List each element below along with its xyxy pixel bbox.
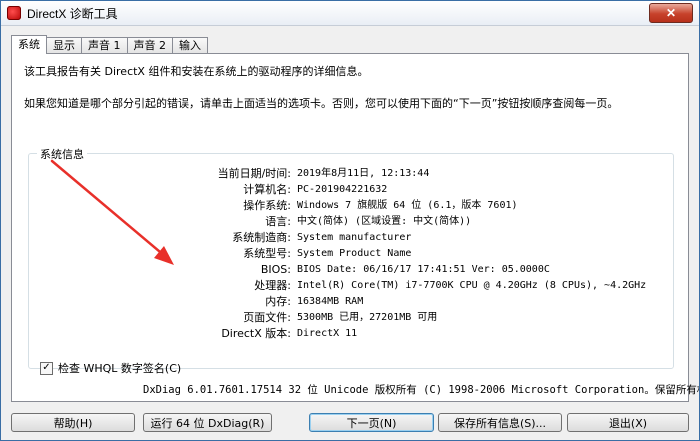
tab-sound-2[interactable]: 声音 2	[126, 37, 173, 54]
info-row-page-file: 页面文件: 5300MB 已用，27201MB 可用	[29, 310, 673, 326]
intro-text-2: 如果您知道是哪个部分引起的错误，请单击上面适当的选项卡。否则，您可以使用下面的“…	[24, 97, 619, 110]
tab-input[interactable]: 输入	[172, 37, 208, 54]
dxdiag-window: DirectX 诊断工具 ✕ 系统 显示 声音 1 声音 2 输入 该工具报告有…	[0, 0, 700, 441]
info-row-memory: 内存: 16384MB RAM	[29, 294, 673, 310]
info-value: System Product Name	[297, 248, 412, 259]
info-value: BIOS Date: 06/16/17 17:41:51 Ver: 05.000…	[297, 264, 550, 275]
tab-system[interactable]: 系统	[11, 35, 47, 54]
info-label: DirectX 版本:	[221, 327, 291, 340]
info-value: 2019年8月11日, 12:13:44	[297, 168, 430, 179]
whql-label: 检查 WHQL 数字签名(C)	[58, 362, 182, 375]
exit-button[interactable]: 退出(X)	[567, 413, 689, 432]
info-value: 中文(简体) (区域设置: 中文(简体))	[297, 216, 472, 227]
info-value: 16384MB RAM	[297, 296, 364, 307]
copyright-footer: DxDiag 6.01.7601.17514 32 位 Unicode 版权所有…	[143, 384, 700, 396]
whql-checkbox[interactable]: ✓	[40, 361, 53, 375]
close-icon: ✕	[665, 6, 677, 20]
system-tab-panel: 该工具报告有关 DirectX 组件和安装在系统上的驱动程序的详细信息。 如果您…	[11, 53, 689, 402]
whql-check-row[interactable]: ✓ 检查 WHQL 数字签名(C)	[40, 360, 181, 376]
help-button[interactable]: 帮助(H)	[11, 413, 135, 432]
tab-sound-1[interactable]: 声音 1	[81, 37, 128, 54]
info-value: Intel(R) Core(TM) i7-7700K CPU @ 4.20GHz…	[297, 280, 647, 291]
tab-strip: 系统 显示 声音 1 声音 2 输入	[11, 35, 208, 54]
info-row-processor: 处理器: Intel(R) Core(TM) i7-7700K CPU @ 4.…	[29, 278, 673, 294]
info-value: 5300MB 已用，27201MB 可用	[297, 312, 438, 323]
info-label: 页面文件:	[243, 311, 291, 324]
info-label: 语言:	[265, 215, 291, 228]
info-label: 系统制造商:	[232, 231, 291, 244]
annotation-arrow-icon	[50, 159, 174, 265]
run-64-bit-dxdiag-button[interactable]: 运行 64 位 DxDiag(R)	[143, 413, 272, 432]
info-value: DirectX 11	[297, 328, 358, 339]
checkmark-icon: ✓	[42, 362, 51, 373]
info-label: 系统型号:	[243, 247, 291, 260]
close-button[interactable]: ✕	[649, 3, 693, 23]
intro-text-1: 该工具报告有关 DirectX 组件和安装在系统上的驱动程序的详细信息。	[24, 65, 369, 78]
info-label: 当前日期/时间:	[217, 167, 291, 180]
window-title: DirectX 诊断工具	[27, 6, 118, 21]
info-value: Windows 7 旗舰版 64 位 (6.1，版本 7601)	[297, 200, 518, 211]
info-label: 处理器:	[254, 279, 291, 292]
tab-display[interactable]: 显示	[46, 37, 82, 54]
info-label: BIOS:	[260, 263, 291, 276]
info-label: 操作系统:	[243, 199, 291, 212]
next-page-button[interactable]: 下一页(N)	[309, 413, 434, 432]
info-label: 内存:	[265, 295, 291, 308]
title-bar[interactable]: DirectX 诊断工具 ✕	[1, 1, 699, 26]
info-label: 计算机名:	[243, 183, 291, 196]
save-all-information-button[interactable]: 保存所有信息(S)...	[438, 413, 562, 432]
info-value: System manufacturer	[297, 232, 412, 243]
directx-icon	[7, 6, 21, 20]
info-value: PC-201904221632	[297, 184, 388, 195]
info-row-directx-version: DirectX 版本: DirectX 11	[29, 326, 673, 342]
